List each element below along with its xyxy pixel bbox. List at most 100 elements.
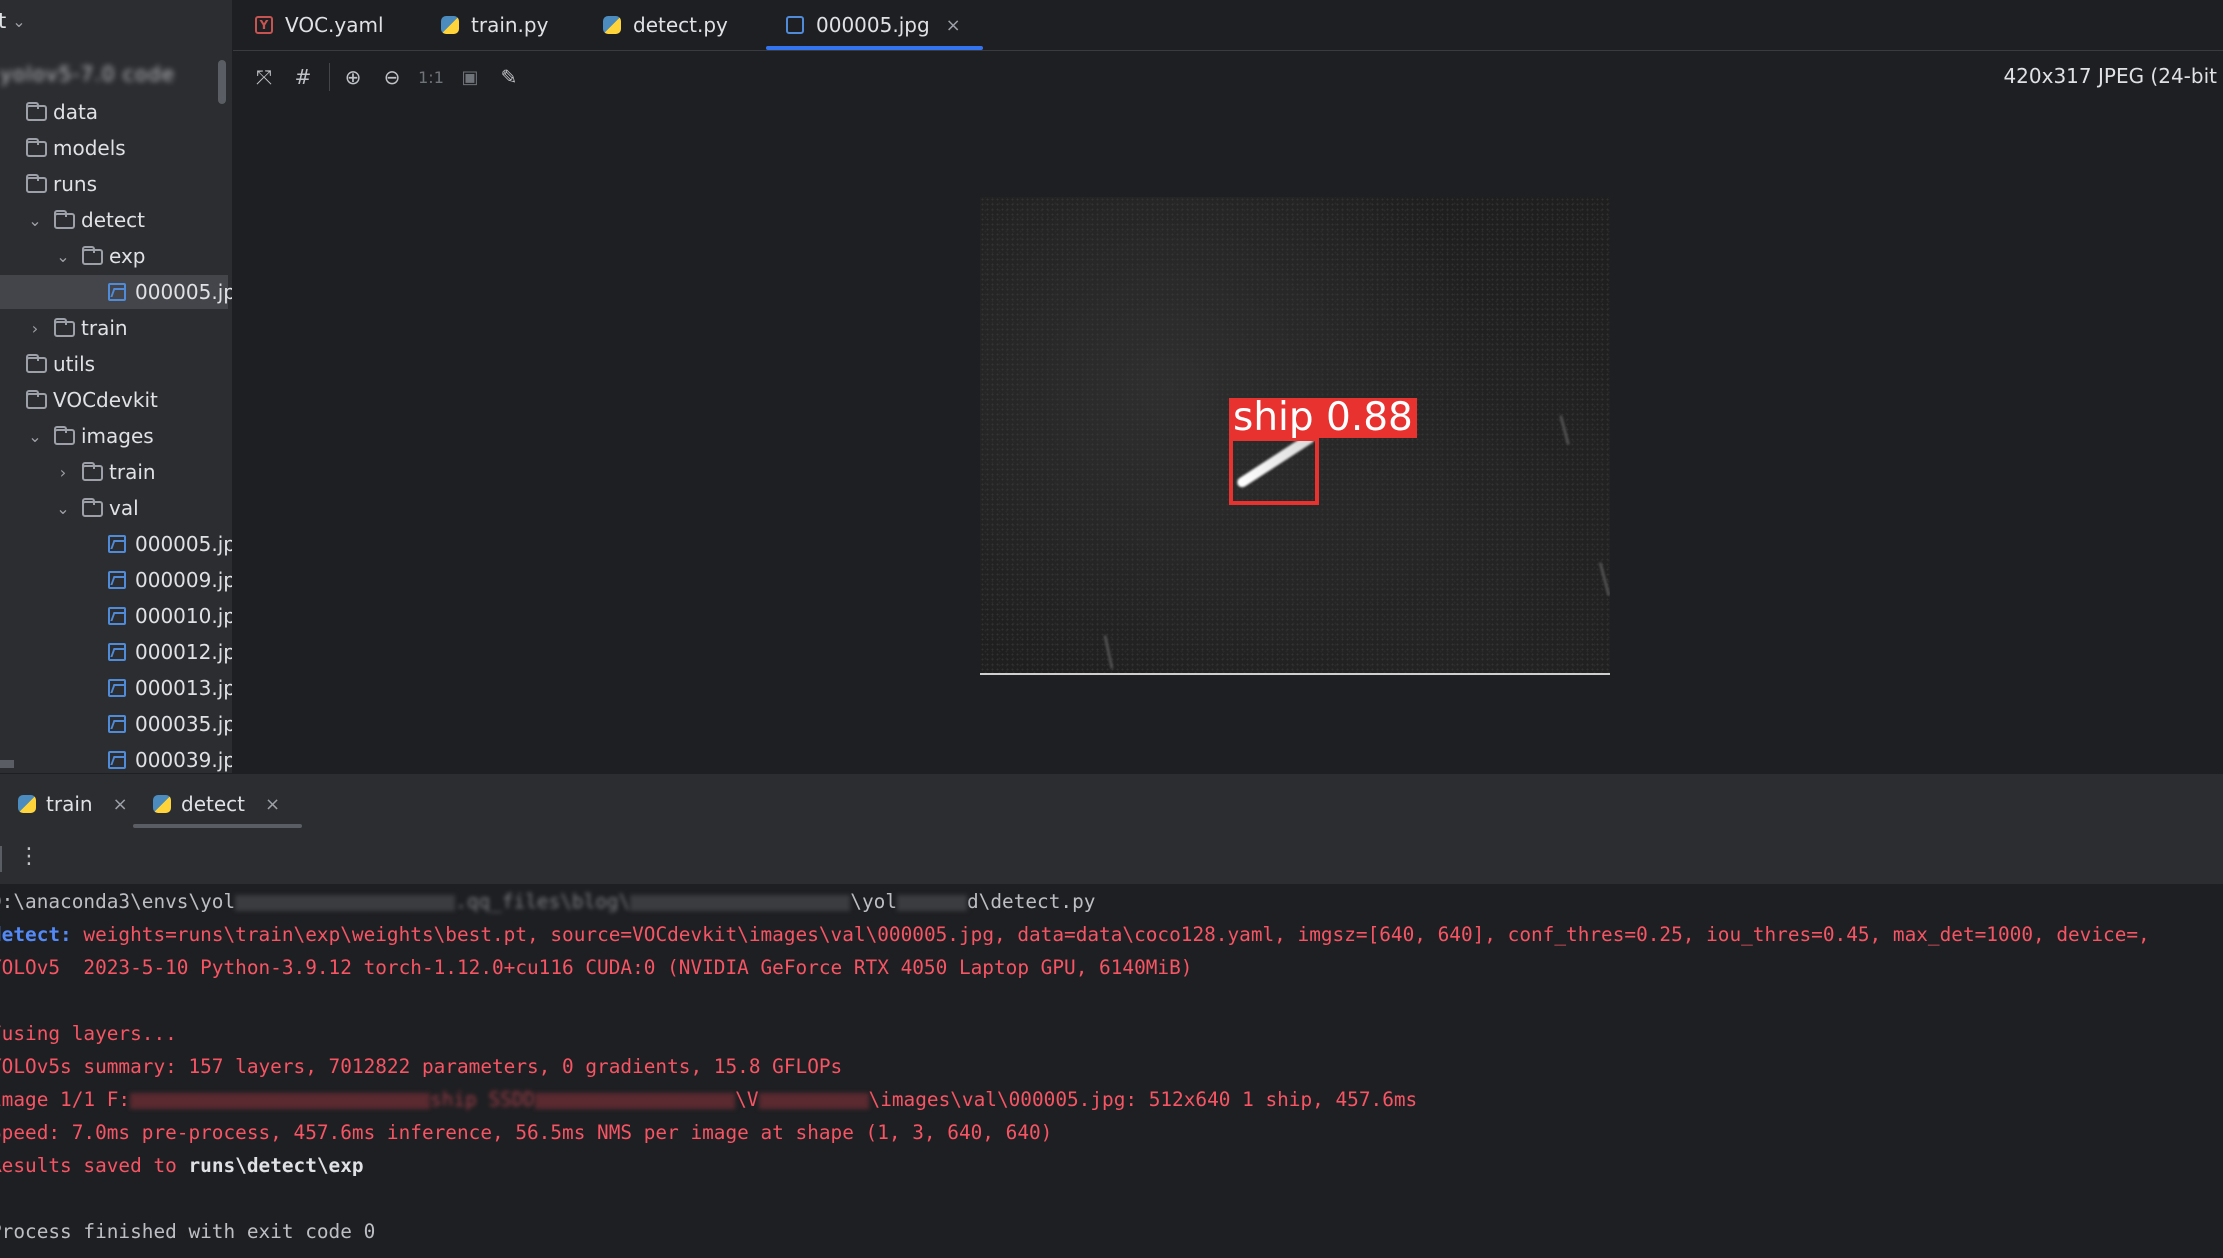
run-tab-detect[interactable]: detect × [132, 774, 303, 834]
zoom-out-icon[interactable]: ⊖ [380, 65, 404, 89]
run-tab-bar: train × detect × [0, 773, 2223, 834]
tree-item[interactable]: 000010.jpg [0, 599, 232, 633]
console-line-image: image 1/1 F: ship SSDD \V \images\val\00000… [0, 1088, 1418, 1111]
tree-item-label: 000005.jpg [135, 280, 232, 304]
image-file-icon [108, 571, 126, 589]
folder-icon [26, 174, 47, 193]
tree-item-label: train [109, 460, 156, 484]
more-options-icon[interactable]: ⋮ [18, 844, 40, 869]
tree-item-label: 000009.jpg [135, 568, 232, 592]
chevron-down-icon[interactable]: ⌄ [12, 12, 25, 31]
project-root-label[interactable]: yolov5-7.0 code [0, 62, 175, 92]
console-line-speed: Speed: 7.0ms pre-process, 457.6ms infere… [0, 1121, 1053, 1144]
run-tab-train[interactable]: train × [18, 774, 128, 834]
chevron-down-icon[interactable]: ⌄ [26, 211, 44, 230]
tab-label: train [46, 792, 93, 816]
detection-label: ship 0.88 [1229, 398, 1417, 438]
tree-item-label: data [53, 100, 99, 124]
console-line-fusing: Fusing layers... [0, 1022, 177, 1045]
tree-item-label: val [109, 496, 139, 520]
image-toolbar: ⤧ # ⊕ ⊖ 1:1 ▣ ✎ 420x317 JPEG (24-bit [233, 51, 2223, 101]
zoom-in-icon[interactable]: ⊕ [341, 65, 365, 89]
tree-item[interactable]: 000005.jpg [0, 275, 232, 309]
chevron-down-icon[interactable]: ⌄ [54, 247, 72, 266]
tree-item[interactable]: data [0, 95, 228, 129]
console-line-detect: detect: weights=runs\train\exp\weights\b… [0, 923, 2150, 946]
python-file-icon [603, 16, 621, 34]
tab-label: 000005.jpg [816, 13, 930, 37]
tree-item-label: train [81, 316, 128, 340]
background-icon[interactable]: ▣ [458, 65, 482, 89]
image-file-icon [786, 16, 804, 34]
tree-item-label: 000039.jpg [135, 748, 232, 772]
run-toolbar: ⋮ [0, 834, 2223, 885]
tree-item-label: runs [53, 172, 97, 196]
tree-item[interactable]: models [0, 131, 228, 165]
image-file-icon [108, 607, 126, 625]
tree-item-label: exp [109, 244, 146, 268]
close-icon[interactable]: × [113, 794, 128, 815]
chevron-right-icon[interactable]: › [26, 319, 44, 338]
folder-icon [82, 246, 103, 265]
tree-item[interactable]: 000035.jpg [0, 707, 232, 741]
tree-item[interactable]: › train [0, 455, 228, 489]
tree-item-label: 000005.jpg [135, 532, 232, 556]
image-file-icon [108, 715, 126, 733]
tree-item-label: 000012.jpg [135, 640, 232, 664]
tree-item[interactable]: 000039.jpg [0, 743, 232, 773]
tree-item-label: models [53, 136, 126, 160]
tree-item[interactable]: 000012.jpg [0, 635, 232, 669]
folder-icon [26, 102, 47, 121]
image-file-icon [108, 643, 126, 661]
grid-icon[interactable]: # [291, 65, 315, 89]
project-header[interactable]: t ⌄ [0, 0, 26, 42]
image-file-icon [108, 283, 126, 301]
tree-item[interactable]: VOCdevkit [0, 383, 228, 417]
tree-item[interactable]: 000013.jpg [0, 671, 232, 705]
close-icon[interactable]: × [946, 15, 961, 36]
console-line-results: Results saved to runs\detect\exp [0, 1154, 364, 1177]
tree-item[interactable]: ⌄ val [0, 491, 228, 525]
tree-item[interactable]: 000009.jpg [0, 563, 232, 597]
python-run-icon [153, 795, 171, 813]
folder-icon [26, 138, 47, 157]
tree-item[interactable]: › train [0, 311, 228, 345]
image-info: 420x317 JPEG (24-bit [2003, 64, 2217, 88]
editor-tab-bar: Y VOC.yaml train.py detect.py 000005.jpg… [233, 0, 2223, 51]
chevron-down-icon[interactable]: ⌄ [26, 427, 44, 446]
tree-item-label: 000010.jpg [135, 604, 232, 628]
tab-detect-py[interactable]: detect.py [603, 0, 728, 50]
tree-item[interactable]: ⌄ detect [0, 203, 228, 237]
image-preview[interactable]: ship 0.88 [980, 197, 1610, 675]
console-line-yolo: YOLOv5 2023-5-10 Python-3.9.12 torch-1.1… [0, 956, 1193, 979]
chevron-down-icon[interactable]: ⌄ [54, 499, 72, 518]
tree-item[interactable]: ⌄ exp [0, 239, 228, 273]
console-line-summary: YOLOv5s summary: 157 layers, 7012822 par… [0, 1055, 843, 1078]
tree-item[interactable]: 000005.jpg [0, 527, 232, 561]
close-icon[interactable]: × [265, 794, 280, 815]
tree-item[interactable]: ⌄ images [0, 419, 228, 453]
tree-item-label: detect [81, 208, 145, 232]
color-picker-icon[interactable]: ✎ [497, 65, 521, 89]
python-run-icon [18, 795, 36, 813]
tree-item[interactable]: utils [0, 347, 228, 381]
tree-item-label: utils [53, 352, 96, 376]
tree-item-label: VOCdevkit [53, 388, 158, 412]
actual-size-button[interactable]: 1:1 [418, 65, 444, 89]
project-panel: t ⌄ yolov5-7.0 code data models runs ⌄ detec… [0, 0, 233, 773]
fit-to-window-icon[interactable]: ⤧ [252, 65, 276, 89]
tab-train-py[interactable]: train.py [441, 0, 548, 50]
console-output[interactable]: D:\anaconda3\envs\yol .qq_files\blog\ \yol… [0, 885, 2223, 1258]
tab-000005-jpg[interactable]: 000005.jpg × [766, 0, 983, 50]
tab-label: detect.py [633, 13, 728, 37]
tab-label: detect [181, 792, 245, 816]
toolbar-divider [329, 63, 330, 91]
chevron-right-icon[interactable]: › [54, 463, 72, 482]
folder-icon [54, 210, 75, 229]
folder-icon [54, 426, 75, 445]
horizontal-scrollbar[interactable] [0, 760, 14, 768]
tab-voc-yaml[interactable]: Y VOC.yaml [255, 0, 384, 50]
yaml-file-icon: Y [255, 16, 273, 34]
results-path-link[interactable]: runs\detect\exp [188, 1154, 363, 1177]
tree-item[interactable]: runs [0, 167, 228, 201]
